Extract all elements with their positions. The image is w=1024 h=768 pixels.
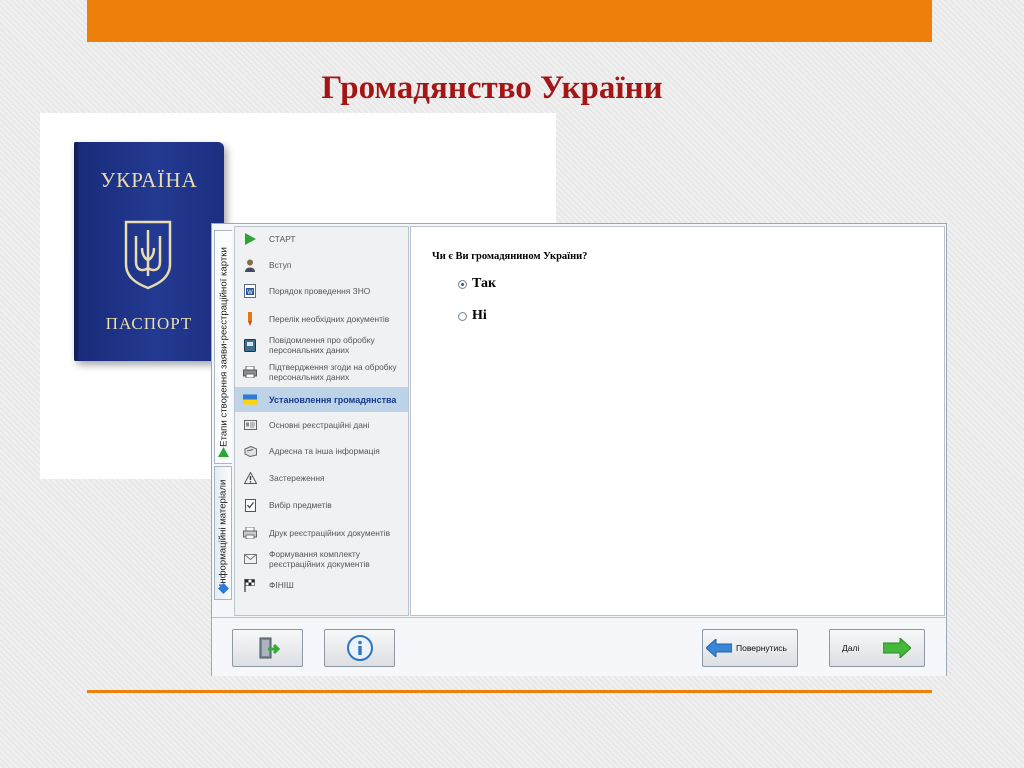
step-data-processing-notice[interactable]: Повідомлення про обробку персональних да… xyxy=(235,333,408,357)
step-label: Перелік необхідних документів xyxy=(269,314,390,324)
word-doc-icon: W xyxy=(243,284,257,298)
blue-diamond-icon xyxy=(218,583,229,594)
step-label: СТАРТ xyxy=(269,234,296,244)
steps-sidebar: СТАРТ Вступ W Порядок проведення ЗНО Пер… xyxy=(234,226,409,616)
warning-icon xyxy=(243,471,257,485)
step-label: Порядок проведення ЗНО xyxy=(269,286,371,296)
passport-word-text: ПАСПОРТ xyxy=(105,314,193,333)
tab-registration-stages-label: Етапи створення заяви-реєстраційної карт… xyxy=(218,247,229,447)
back-button-label: Повернутись xyxy=(736,643,787,653)
bottom-accent-line xyxy=(87,690,932,693)
radio-no[interactable] xyxy=(458,311,467,321)
step-document-package[interactable]: Формування комплекту реєстраційних докум… xyxy=(235,547,408,571)
svg-text:W: W xyxy=(247,290,253,296)
citizenship-question: Чи є Ви громадянином України? xyxy=(432,251,588,262)
ukraine-flag-icon xyxy=(243,393,257,407)
checklist-icon xyxy=(243,498,257,512)
next-button[interactable]: Далі xyxy=(829,629,925,667)
tab-info-materials-label: Інформаційні матеріали xyxy=(217,479,229,587)
step-warnings[interactable]: Застереження xyxy=(235,470,408,486)
info-button[interactable] xyxy=(324,629,395,667)
option-no-label: Ні xyxy=(472,308,487,323)
tab-registration-stages[interactable]: Етапи створення заяви-реєстраційної карт… xyxy=(214,230,232,464)
step-label: Підтвердження згоди на обробку персональ… xyxy=(269,362,397,382)
book-icon xyxy=(243,338,257,352)
step-intro[interactable]: Вступ xyxy=(235,257,408,273)
step-finish[interactable]: ФІНІШ xyxy=(235,577,408,593)
person-icon xyxy=(243,258,257,272)
slide-title: Громадянство України xyxy=(321,70,663,106)
step-label: Формування комплекту реєстраційних докум… xyxy=(269,549,370,569)
radio-yes[interactable] xyxy=(458,279,467,289)
step-label: Друк реєстраційних документів xyxy=(269,528,391,538)
passport-country-text: УКРАЇНА xyxy=(100,168,198,192)
step-consent-confirmation[interactable]: Підтвердження згоди на обробку персональ… xyxy=(235,360,408,384)
question-panel: Чи є Ви громадянином України? Так Ні xyxy=(410,226,945,616)
step-label: Вступ xyxy=(269,260,292,270)
option-yes[interactable]: Так xyxy=(458,276,496,292)
tab-info-materials[interactable]: Інформаційні матеріали xyxy=(214,466,232,600)
step-citizenship[interactable]: Установлення громадянства xyxy=(235,387,408,412)
id-card-icon xyxy=(243,418,257,432)
option-yes-label: Так xyxy=(472,276,497,291)
step-main-registration-data[interactable]: Основні реєстраційні дані xyxy=(235,417,408,433)
step-label: Вибір предметів xyxy=(269,500,332,510)
address-book-icon xyxy=(243,444,257,458)
step-label: Адресна та інша інформація xyxy=(269,446,380,456)
next-arrow-icon xyxy=(883,638,912,658)
finish-flag-icon xyxy=(243,578,257,592)
vertical-tabs: Етапи створення заяви-реєстраційної карт… xyxy=(212,224,234,618)
printer-icon xyxy=(243,365,257,379)
play-icon xyxy=(243,232,257,246)
exit-button[interactable] xyxy=(232,629,303,667)
green-triangle-icon xyxy=(218,447,229,457)
trident-emblem-icon xyxy=(124,220,172,290)
step-zno-procedure[interactable]: W Порядок проведення ЗНО xyxy=(235,283,408,299)
exit-door-icon xyxy=(259,637,280,659)
pen-icon xyxy=(243,312,257,326)
step-label: Установлення громадянства xyxy=(269,394,397,405)
printer-icon xyxy=(243,526,257,540)
step-required-docs[interactable]: Перелік необхідних документів xyxy=(235,307,408,331)
step-print-documents[interactable]: Друк реєстраційних документів xyxy=(235,521,408,545)
next-button-label: Далі xyxy=(842,643,860,653)
step-label: Застереження xyxy=(269,473,325,483)
passport-cover: УКРАЇНА ПАСПОРТ xyxy=(74,142,224,361)
step-subject-choice[interactable]: Вибір предметів xyxy=(235,497,408,513)
top-accent-bar xyxy=(87,0,932,42)
envelope-icon xyxy=(243,552,257,566)
step-address-info[interactable]: Адресна та інша інформація xyxy=(235,443,408,459)
step-start[interactable]: СТАРТ xyxy=(235,231,408,247)
step-label: Основні реєстраційні дані xyxy=(269,420,370,430)
option-no[interactable]: Ні xyxy=(458,308,487,324)
info-icon xyxy=(346,635,373,661)
button-bar: Повернутись Далі xyxy=(212,617,946,676)
back-button[interactable]: Повернутись xyxy=(702,629,798,667)
step-label: Повідомлення про обробку персональних да… xyxy=(269,335,375,355)
step-label: ФІНІШ xyxy=(269,580,294,590)
back-arrow-icon xyxy=(706,639,732,657)
registration-app-window: Етапи створення заяви-реєстраційної карт… xyxy=(211,223,947,676)
